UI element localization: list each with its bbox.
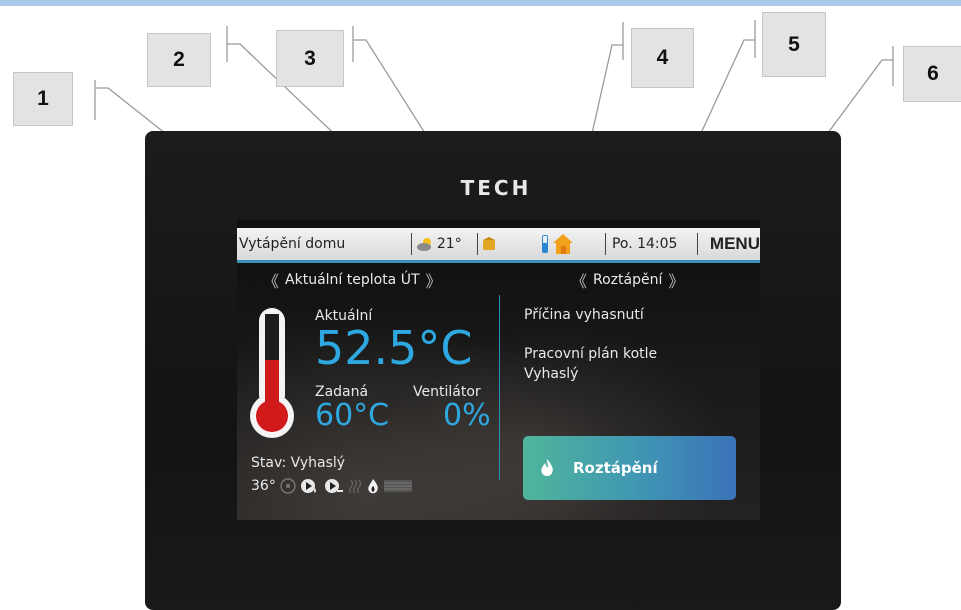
house-status-widget[interactable]: [520, 233, 601, 255]
right-panel-title: Roztápění: [593, 272, 663, 288]
left-panel-title: Aktuální teplota ÚT: [285, 272, 420, 288]
left-panel-nav: 《 Aktuální teplota ÚT 》: [263, 268, 442, 292]
fan-icon: [280, 478, 296, 494]
pump-icon: [300, 479, 316, 493]
flame-icon: [541, 459, 553, 476]
callout-1: 1: [13, 72, 73, 126]
status-bar: Vytápění domu 21° Po. 14:05 MENU: [237, 228, 760, 263]
extinguish-cause-label: Příčina vyhasnutí: [524, 307, 644, 323]
callout-6: 6: [903, 46, 961, 102]
divider: [410, 233, 412, 255]
hot-water-pump-icon: [324, 479, 343, 493]
outdoor-temperature: 21°: [436, 236, 462, 252]
chevron-right-icon[interactable]: 》: [426, 268, 442, 292]
heat-waves-icon: [348, 479, 361, 494]
fuel-level-icon: [383, 480, 412, 492]
boiler-state-label: Vyhaslý: [524, 366, 579, 382]
flame-icon: [368, 479, 378, 494]
callout-4: 4: [631, 28, 694, 88]
room-sensor-widget[interactable]: [482, 237, 520, 251]
firing-up-button[interactable]: Roztápění: [523, 436, 736, 500]
set-temp-value[interactable]: 60°C: [315, 398, 389, 434]
house-icon: [552, 234, 573, 254]
firing-up-button-label: Roztápění: [573, 459, 658, 477]
current-temp-value: 52.5°C: [315, 321, 473, 375]
room-thermostat-icon: [483, 237, 496, 250]
chevron-left-icon[interactable]: 《: [571, 268, 587, 292]
fan-value: 0%: [443, 398, 491, 433]
sensor-bar-icon: [541, 235, 548, 253]
panel-divider: [499, 295, 500, 480]
boiler-work-plan-label: Pracovní plán kotle: [524, 346, 658, 362]
day-time-display[interactable]: Po. 14:05: [610, 236, 693, 252]
callout-5: 5: [762, 12, 826, 77]
chevron-left-icon[interactable]: 《: [263, 268, 279, 292]
thermometer-icon: [250, 308, 294, 438]
weather-cloud-sun-icon: [416, 238, 431, 251]
device-status-icons: 36°: [251, 478, 412, 494]
chevron-right-icon[interactable]: 》: [668, 268, 684, 292]
divider: [604, 233, 606, 255]
right-panel-nav: 《 Roztápění 》: [571, 268, 684, 292]
boiler-temperature: 36°: [251, 478, 276, 494]
boiler-state-text: Stav: Vyhaslý: [251, 455, 346, 471]
device-screen: Vytápění domu 21° Po. 14:05 MENU 《 Aktuá…: [237, 220, 760, 520]
callout-3: 3: [276, 30, 344, 87]
menu-button[interactable]: MENU: [702, 234, 760, 254]
weather-widget[interactable]: 21°: [416, 236, 473, 252]
callout-2: 2: [147, 33, 211, 87]
brand-logo: TECH: [460, 176, 532, 200]
divider: [696, 233, 698, 255]
screen-title[interactable]: Vytápění domu: [237, 236, 407, 252]
divider: [477, 233, 479, 255]
